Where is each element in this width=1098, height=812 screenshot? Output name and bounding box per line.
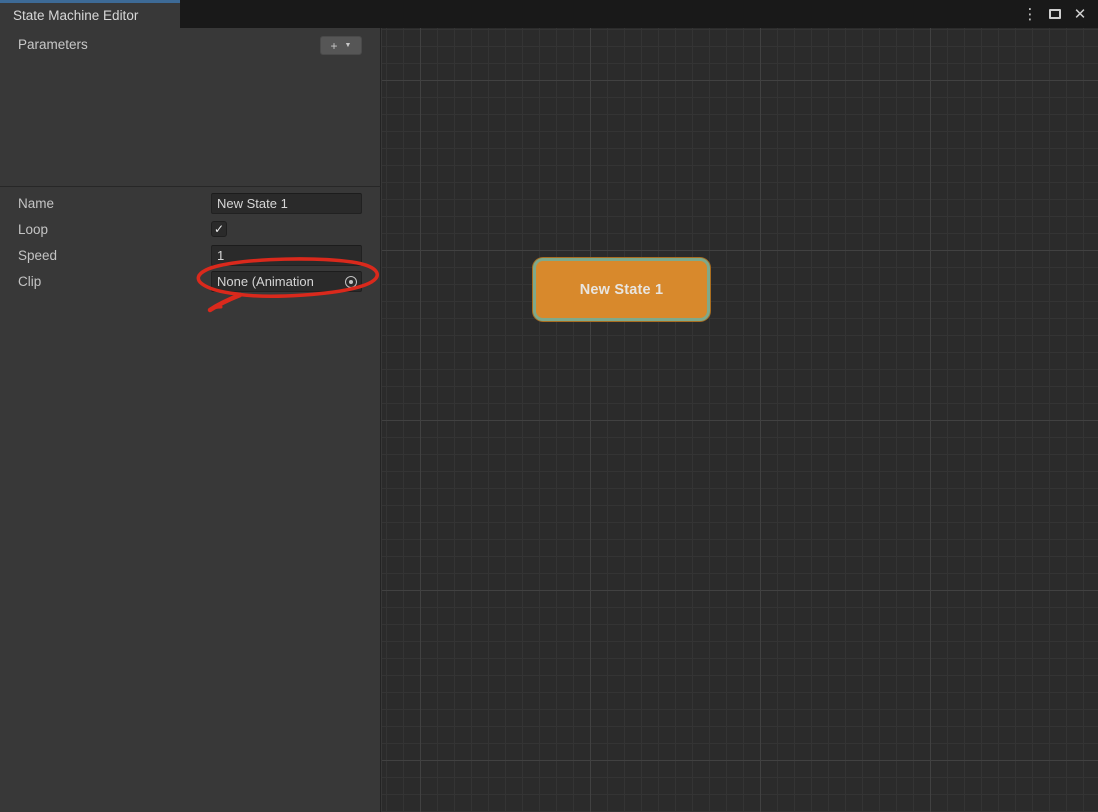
parameters-heading: Parameters xyxy=(18,37,88,52)
clip-object-field[interactable]: None (Animation xyxy=(211,271,362,292)
maximize-button[interactable] xyxy=(1047,5,1063,23)
state-node-new-state-1[interactable]: New State 1 xyxy=(533,258,710,321)
window-menu-icon[interactable]: ⋮ xyxy=(1022,5,1038,23)
name-input[interactable] xyxy=(211,193,362,214)
name-label: Name xyxy=(18,196,55,211)
add-parameter-button[interactable]: + ▼ xyxy=(320,36,362,55)
clip-label: Clip xyxy=(18,274,42,289)
loop-checkbox[interactable]: ✓ xyxy=(211,221,227,237)
window-controls: ⋮ ✕ xyxy=(1022,0,1098,28)
close-button[interactable]: ✕ xyxy=(1072,5,1088,23)
object-picker-icon[interactable] xyxy=(345,275,357,288)
clip-row: Clip None (Animation xyxy=(0,271,381,292)
tab-title: State Machine Editor xyxy=(13,8,139,23)
state-node-label: New State 1 xyxy=(579,281,664,298)
speed-row: Speed xyxy=(0,245,381,266)
object-picker-dot xyxy=(349,279,353,284)
speed-label: Speed xyxy=(18,248,58,263)
red-circle-annotation xyxy=(196,257,379,313)
speed-input[interactable] xyxy=(211,245,362,266)
loop-label: Loop xyxy=(18,221,49,237)
inspector-panel: Parameters + ▼ Name Loop ✓ Speed Clip No… xyxy=(0,28,381,812)
checkmark-icon: ✓ xyxy=(213,222,225,236)
panel-divider xyxy=(0,186,381,187)
loop-row: Loop ✓ xyxy=(0,221,381,237)
titlebar: State Machine Editor ⋮ ✕ xyxy=(0,0,1098,28)
plus-icon: + xyxy=(330,38,338,53)
maximize-icon xyxy=(1049,9,1061,19)
tab-state-machine-editor[interactable]: State Machine Editor xyxy=(0,0,180,28)
graph-canvas[interactable]: New State 1 xyxy=(382,28,1098,812)
name-row: Name xyxy=(0,193,381,214)
clip-object-field-value: None (Animation xyxy=(217,274,314,289)
chevron-down-icon: ▼ xyxy=(344,42,352,49)
